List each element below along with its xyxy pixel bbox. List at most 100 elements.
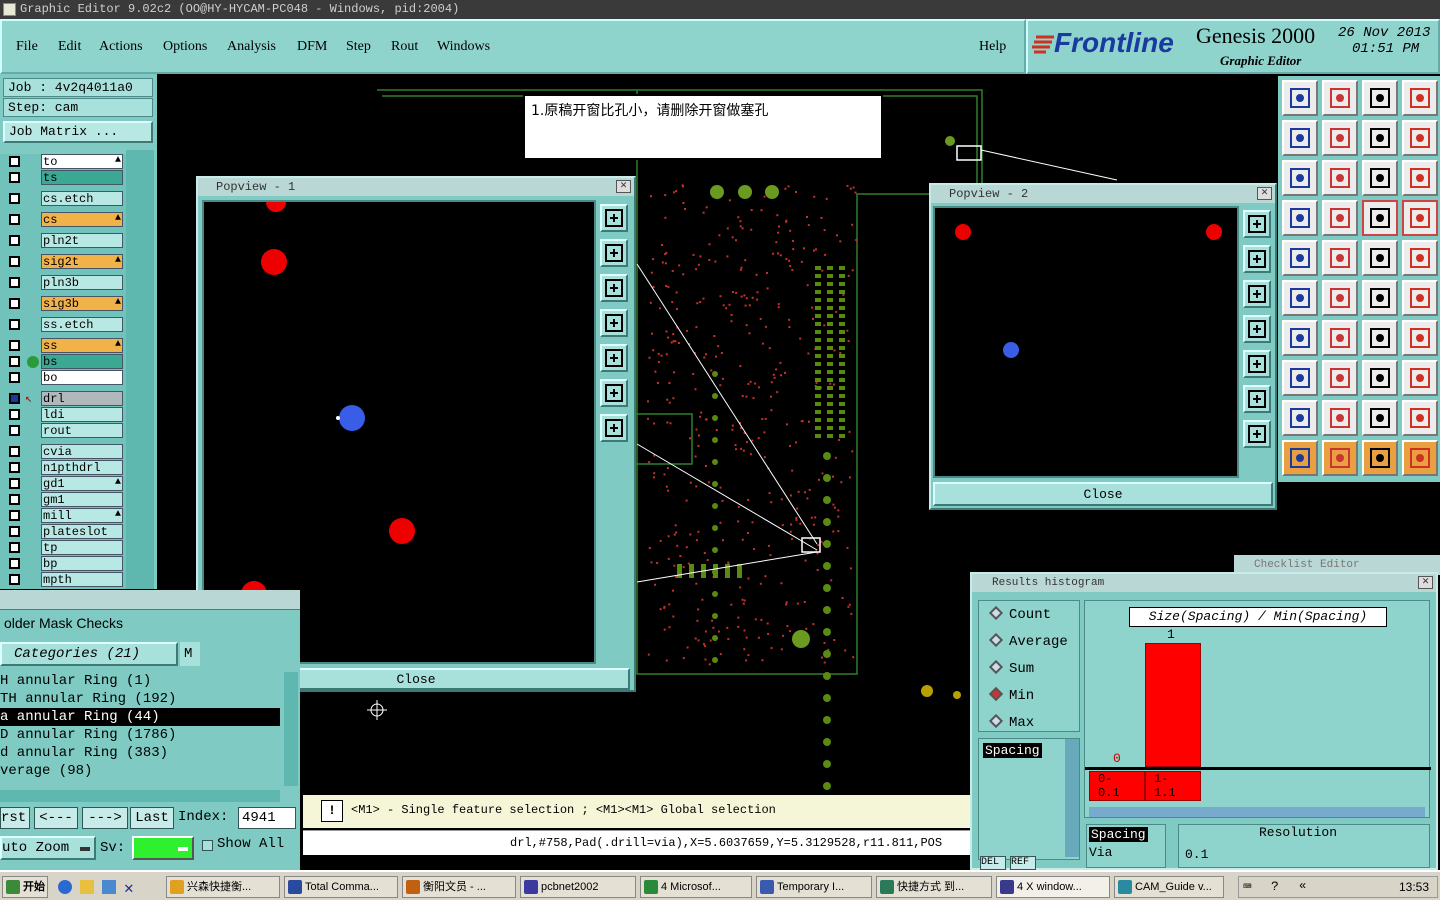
layer-checkbox[interactable] — [9, 542, 20, 553]
copy-icon[interactable] — [1402, 280, 1438, 316]
rotate-icon[interactable] — [1402, 120, 1438, 156]
layer-label[interactable]: gd1 — [41, 476, 123, 491]
pan-left-icon[interactable] — [600, 309, 628, 337]
layer-label[interactable]: ss — [41, 338, 123, 353]
home-icon[interactable] — [1322, 80, 1358, 116]
layer-label[interactable]: to — [41, 154, 123, 169]
circle-icon[interactable] — [1402, 240, 1438, 276]
fit-icon[interactable] — [1282, 160, 1318, 196]
layer-checkbox[interactable] — [9, 510, 20, 521]
layer-checkbox[interactable] — [9, 446, 20, 457]
layer-label[interactable]: cs — [41, 212, 123, 227]
layer-label[interactable]: tp — [41, 540, 123, 555]
shape-icon[interactable] — [1322, 240, 1358, 276]
select-net-icon[interactable] — [1362, 440, 1398, 476]
layer-row[interactable]: mpth — [5, 572, 123, 587]
layer-row[interactable]: plateslot — [5, 524, 123, 539]
taskbar-item[interactable]: 快捷方式 到... — [876, 876, 992, 898]
category-scrollbar[interactable] — [284, 672, 298, 786]
menu-dfm[interactable]: DFM — [297, 39, 327, 55]
layer-row[interactable]: gd1 ▲ — [5, 476, 123, 491]
first-button[interactable]: rst — [0, 807, 30, 829]
spacing-list[interactable]: Spacing — [978, 738, 1080, 860]
layer-label[interactable]: plateslot — [41, 524, 123, 539]
category-list[interactable]: H annular Ring (1) TH annular Ring (192) a… — [0, 672, 284, 786]
layer-row[interactable]: sig2t ▲ — [5, 254, 123, 269]
zoom-window-icon[interactable] — [1243, 385, 1271, 413]
layer-row[interactable]: rout — [5, 423, 123, 438]
layer-row[interactable]: ss ▲ — [5, 338, 123, 353]
ruler-icon[interactable] — [1362, 240, 1398, 276]
mode-radio[interactable]: Min — [988, 686, 1034, 704]
app-icon[interactable] — [102, 880, 116, 894]
layer-row[interactable]: to ▲ — [5, 154, 123, 169]
layer-label[interactable]: bs — [41, 354, 123, 369]
spacing-scrollbar[interactable] — [1065, 739, 1079, 857]
taskbar-item[interactable]: CAM_Guide v... — [1114, 876, 1224, 898]
mode-radio[interactable]: Max — [988, 713, 1034, 731]
layer-label[interactable]: pln3b — [41, 275, 123, 290]
categories-dropdown[interactable]: Categories (21) — [0, 642, 178, 666]
field-via[interactable]: Via — [1089, 845, 1112, 860]
menu-analysis[interactable]: Analysis — [227, 39, 276, 55]
layer-checkbox[interactable] — [9, 356, 20, 367]
cursor-icon[interactable] — [1282, 440, 1318, 476]
layer-row[interactable]: sig3b ▲ — [5, 296, 123, 311]
layer-checkbox[interactable] — [9, 409, 20, 420]
layer-row[interactable]: ts — [5, 170, 123, 185]
taskbar-item[interactable]: 衡阳文员 - ... — [402, 876, 516, 898]
layer-checkbox[interactable] — [9, 172, 20, 183]
menu-options[interactable]: Options — [163, 39, 207, 55]
zoom-out-icon[interactable] — [1243, 280, 1271, 308]
layer-checkbox[interactable] — [9, 425, 20, 436]
layer-row[interactable]: pln3b — [5, 275, 123, 290]
layer-checkbox[interactable] — [9, 319, 20, 330]
layer-checkbox[interactable] — [9, 340, 20, 351]
split-icon[interactable] — [1402, 320, 1438, 356]
layer-row[interactable]: tp — [5, 540, 123, 555]
layer-label[interactable]: gm1 — [41, 492, 123, 507]
layer-checkbox[interactable] — [9, 193, 20, 204]
pan-right-icon[interactable] — [1243, 350, 1271, 378]
layer-label[interactable]: ts — [41, 170, 123, 185]
arch-icon[interactable] — [1362, 400, 1398, 436]
layer-label[interactable]: n1pthdrl — [41, 460, 123, 475]
ref-button[interactable]: REF — [1010, 856, 1036, 870]
layer-label[interactable]: rout — [41, 423, 123, 438]
popview-1-titlebar[interactable]: Popview - 1 ✕ — [198, 178, 634, 196]
zoom-window-icon[interactable] — [600, 379, 628, 407]
move-icon[interactable] — [1362, 280, 1398, 316]
prev-button[interactable]: <--- — [34, 807, 78, 829]
resolution-value[interactable]: 0.1 — [1185, 847, 1208, 862]
field-spacing[interactable]: Spacing — [1089, 827, 1148, 842]
layer-checkbox[interactable] — [9, 478, 20, 489]
show-all-checkbox[interactable] — [202, 840, 213, 851]
job-matrix-button[interactable]: Job Matrix ... — [3, 121, 153, 143]
layer-label[interactable]: cvia — [41, 444, 123, 459]
popview-2-close-icon[interactable]: ✕ — [1257, 187, 1272, 200]
field-list[interactable]: Spacing Via — [1086, 824, 1166, 868]
category-row[interactable]: verage (98) — [0, 762, 280, 780]
help-icon[interactable] — [1402, 160, 1438, 196]
menu-step[interactable]: Step — [346, 39, 371, 55]
menu-windows[interactable]: Windows — [437, 39, 490, 55]
layer-row[interactable]: cvia — [5, 444, 123, 459]
index-input[interactable]: 4941 — [238, 807, 296, 829]
dots-icon[interactable] — [1402, 360, 1438, 396]
grid-icon[interactable] — [1362, 80, 1398, 116]
category-row[interactable]: a annular Ring (44) — [0, 708, 280, 726]
category-row[interactable]: d annular Ring (383) — [0, 744, 280, 762]
bin-label-1[interactable]: 0- 0.1 — [1089, 771, 1145, 801]
center-icon[interactable] — [1322, 160, 1358, 196]
layer-label[interactable]: mill — [41, 508, 123, 523]
help-icon[interactable]: ? — [1271, 879, 1279, 894]
folder-icon[interactable] — [80, 880, 94, 894]
layer-label[interactable]: bp — [41, 556, 123, 571]
layer-checkbox[interactable] — [9, 298, 20, 309]
arch-fill-icon[interactable] — [1402, 400, 1438, 436]
popview-2-close-button[interactable]: Close — [933, 482, 1273, 506]
layer-checkbox[interactable] — [9, 235, 20, 246]
auto-zoom-dropdown[interactable]: uto Zoom — [0, 836, 96, 860]
layer-row[interactable]: pln2t — [5, 233, 123, 248]
ie-icon[interactable] — [58, 880, 72, 894]
